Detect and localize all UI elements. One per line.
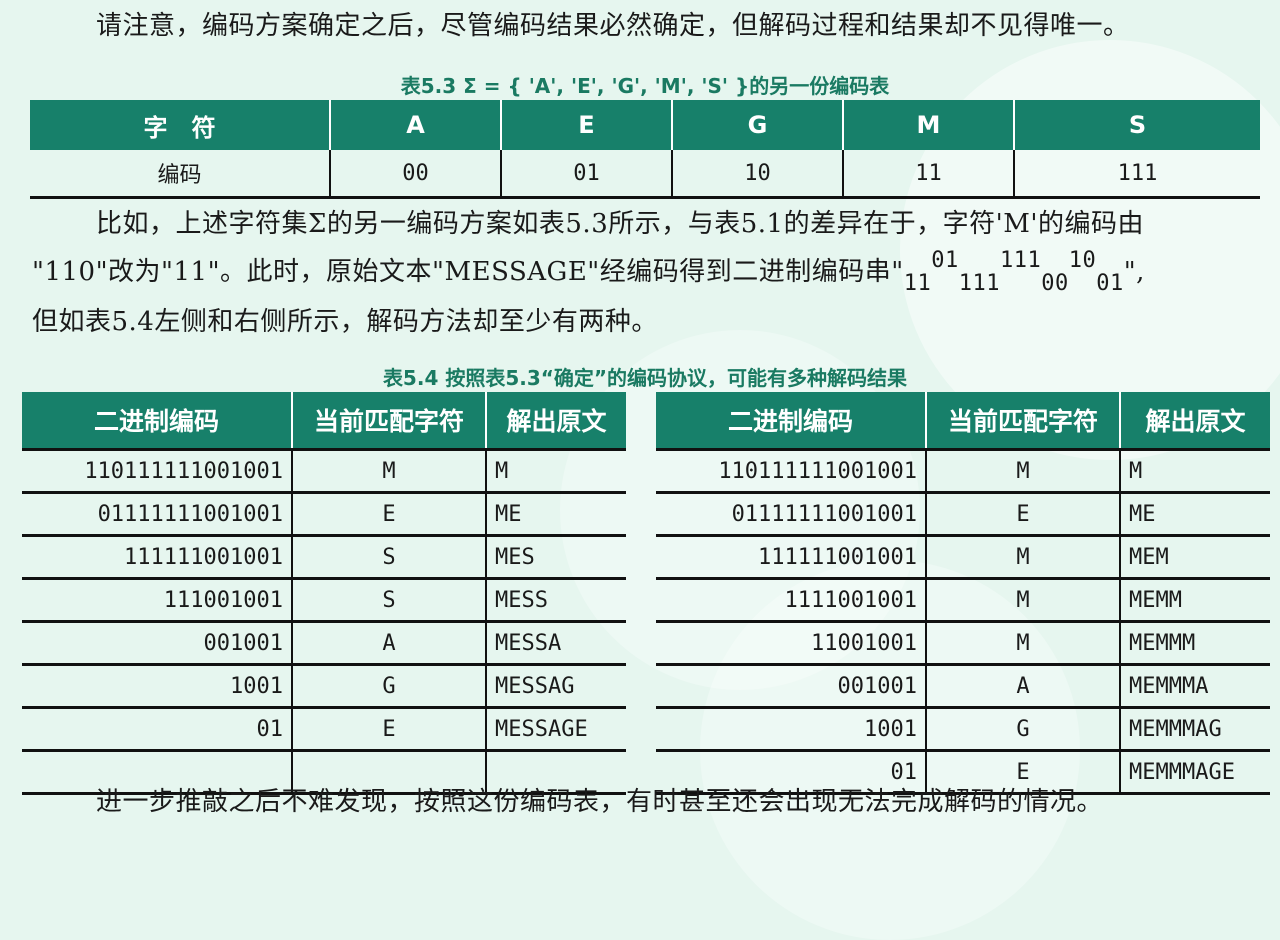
para-line: "110"改为"11"。此时，原始文本"MESSAGE"经编码得到二进制编码串"… <box>32 248 1145 296</box>
decoded-cell: MEMMMAG <box>1119 707 1270 752</box>
decoded-cell: ME <box>1119 492 1270 537</box>
para-line: 比如，上述字符集Σ的另一编码方案如表5.3所示，与表5.1的差异在于，字符'M'… <box>96 209 1144 239</box>
intro-paragraph: 请注意，编码方案确定之后，尽管编码结果必然确定，但解码过程和结果却不见得唯一。 <box>96 11 1130 41</box>
match-cell: G <box>925 707 1120 752</box>
header-decoded: 解出原文 <box>485 392 626 451</box>
table-row: 01111111001001 E ME <box>656 492 1270 537</box>
encoded-string: 1101111111001001 <box>903 248 1124 296</box>
match-cell: A <box>291 621 486 666</box>
binary-cell: 1111001001 <box>656 578 926 623</box>
header-binary: 二进制编码 <box>22 392 292 451</box>
match-cell: E <box>291 707 486 752</box>
decoded-cell: M <box>485 449 626 494</box>
table-5-4-caption: 表5.4 按照表5.3“确定”的编码协议，可能有多种解码结果 <box>382 366 908 390</box>
match-cell: S <box>291 578 486 623</box>
table-row: 110111111001001 M M <box>656 449 1270 494</box>
table-row: 编码 00 01 10 11 111 <box>30 150 1260 199</box>
match-cell: S <box>291 535 486 580</box>
binary-cell: 110111111001001 <box>22 449 292 494</box>
table-row: 1001 G MESSAG <box>22 664 626 709</box>
row-label: 编码 <box>30 150 330 199</box>
decoded-cell: MEMMM <box>1119 621 1270 666</box>
table-row: 111111001001 S MES <box>22 535 626 580</box>
table-row: 111001001 S MESS <box>22 578 626 623</box>
decoded-cell: MESSA <box>485 621 626 666</box>
decoded-cell: MEM <box>1119 535 1270 580</box>
decoding-table-left: 二进制编码 当前匹配字符 解出原文 110111111001001 M M 01111… <box>22 392 626 795</box>
decoded-cell: MESSAGE <box>485 707 626 752</box>
binary-cell: 111001001 <box>22 578 292 623</box>
match-cell: M <box>925 621 1120 666</box>
explanation-paragraph: 比如，上述字符集Σ的另一编码方案如表5.3所示，与表5.1的差异在于，字符'M'… <box>32 200 1254 346</box>
code-cell: 00 <box>329 150 501 199</box>
match-cell: A <box>925 664 1120 709</box>
para-line: 但如表5.4左侧和右侧所示，解码方法却至少有两种。 <box>32 307 658 337</box>
match-cell: E <box>291 492 486 537</box>
header-char-label: 字 符 <box>30 100 331 150</box>
table-row: 110111111001001 M M <box>22 449 626 494</box>
table-row: 1111001001 M MEMM <box>656 578 1270 623</box>
code-cell: 10 <box>671 150 843 199</box>
table-row: 001001 A MEMMMA <box>656 664 1270 709</box>
decoded-cell: ME <box>485 492 626 537</box>
encoding-table-5-3: 字 符 A E G M S 编码 00 01 10 11 111 <box>30 100 1260 199</box>
table-row: 1001 G MEMMMAG <box>656 707 1270 752</box>
table-row: 11001001 M MEMMM <box>656 621 1270 666</box>
header-match: 当前匹配字符 <box>925 392 1120 451</box>
decoding-table-right: 二进制编码 当前匹配字符 解出原文 110111111001001 M M 01111… <box>656 392 1270 795</box>
header-decoded: 解出原文 <box>1119 392 1270 451</box>
binary-cell: 111111001001 <box>656 535 926 580</box>
match-cell: M <box>291 449 486 494</box>
decoded-cell: MEMMMA <box>1119 664 1270 709</box>
table-row: 001001 A MESSA <box>22 621 626 666</box>
binary-cell: 110111111001001 <box>656 449 926 494</box>
header-char: S <box>1013 100 1260 150</box>
header-char: E <box>500 100 673 150</box>
binary-cell: 01111111001001 <box>656 492 926 537</box>
binary-cell: 1001 <box>22 664 292 709</box>
binary-cell: 1001 <box>656 707 926 752</box>
binary-cell: 001001 <box>22 621 292 666</box>
decoded-cell: MESS <box>485 578 626 623</box>
outro-paragraph: 进一步推敲之后不难发现，按照这份编码表，有时甚至还会出现无法完成解码的情况。 <box>96 787 1104 817</box>
match-cell: M <box>925 578 1120 623</box>
decoded-cell: MEMM <box>1119 578 1270 623</box>
match-cell: E <box>925 492 1120 537</box>
header-char: A <box>329 100 502 150</box>
header-char: G <box>671 100 844 150</box>
match-cell: M <box>925 449 1120 494</box>
decoded-cell: MESSAG <box>485 664 626 709</box>
match-cell: G <box>291 664 486 709</box>
code-cell: 111 <box>1013 150 1260 199</box>
header-match: 当前匹配字符 <box>291 392 486 451</box>
table-row: 01111111001001 E ME <box>22 492 626 537</box>
binary-cell: 01 <box>22 707 292 752</box>
table-5-3-caption: 表5.3 Σ = { 'A', 'E', 'G', 'M', 'S' }的另一份… <box>400 74 890 98</box>
code-cell: 11 <box>842 150 1014 199</box>
binary-cell: 111111001001 <box>22 535 292 580</box>
table-row: 01 E MESSAGE <box>22 707 626 752</box>
decoded-cell: M <box>1119 449 1270 494</box>
binary-cell: 001001 <box>656 664 926 709</box>
table-row: 111111001001 M MEM <box>656 535 1270 580</box>
binary-cell: 01111111001001 <box>22 492 292 537</box>
header-char: M <box>842 100 1015 150</box>
decoded-cell: MES <box>485 535 626 580</box>
code-cell: 01 <box>500 150 672 199</box>
header-binary: 二进制编码 <box>656 392 926 451</box>
match-cell: M <box>925 535 1120 580</box>
binary-cell: 11001001 <box>656 621 926 666</box>
